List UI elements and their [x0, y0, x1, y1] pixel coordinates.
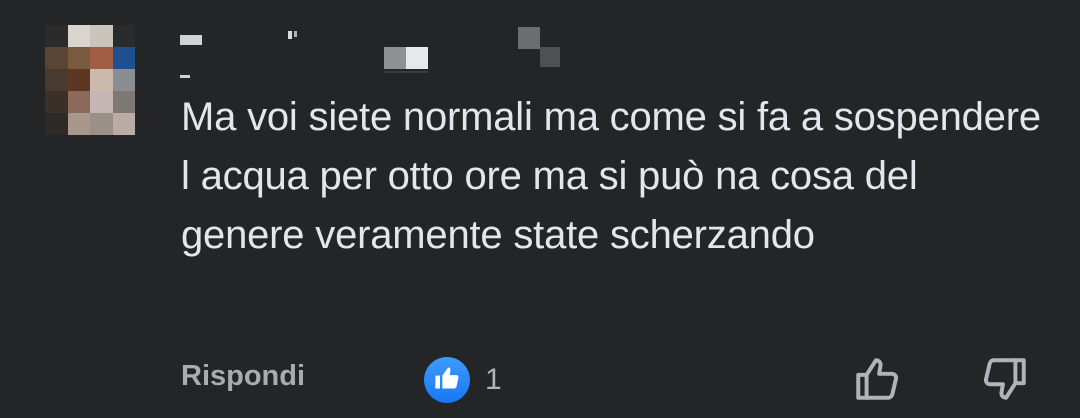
thumbs-up-icon — [433, 364, 461, 397]
avatar-pixel — [67, 47, 90, 69]
comment-actions: Rispondi 1 — [0, 350, 1080, 410]
reply-button[interactable]: Rispondi — [181, 360, 305, 393]
avatar-pixel — [45, 25, 68, 47]
like-count: 1 — [485, 363, 502, 396]
avatar-pixel — [112, 69, 135, 91]
avatar-pixel — [67, 69, 90, 91]
avatar-pixel — [45, 91, 68, 113]
thumbs-up-outline-icon — [852, 358, 902, 408]
avatar-pixel — [45, 69, 68, 91]
thumbs-down-outline-icon — [980, 358, 1030, 408]
avatar-pixel — [90, 25, 113, 47]
thumb-up-button[interactable] — [852, 354, 902, 404]
avatar[interactable] — [45, 25, 135, 135]
avatar-pixel — [90, 113, 113, 135]
avatar-pixel — [90, 69, 113, 91]
thumb-down-button[interactable] — [980, 354, 1030, 404]
avatar-pixel — [67, 113, 90, 135]
avatar-pixel — [67, 91, 90, 113]
comment: Ma voi siete normali ma come si fa a sos… — [0, 0, 1080, 418]
comment-text: Ma voi siete normali ma come si fa a sos… — [181, 95, 1041, 257]
author-name-redacted[interactable] — [180, 25, 570, 85]
avatar-pixel — [112, 25, 135, 47]
avatar-pixel — [90, 91, 113, 113]
avatar-pixel — [90, 47, 113, 69]
avatar-pixel — [67, 25, 90, 47]
avatar-pixel — [112, 113, 135, 135]
like-reaction-badge[interactable] — [424, 357, 470, 403]
avatar-pixel — [45, 113, 68, 135]
avatar-pixel — [112, 91, 135, 113]
avatar-pixel — [112, 47, 135, 69]
avatar-pixel — [45, 47, 68, 69]
